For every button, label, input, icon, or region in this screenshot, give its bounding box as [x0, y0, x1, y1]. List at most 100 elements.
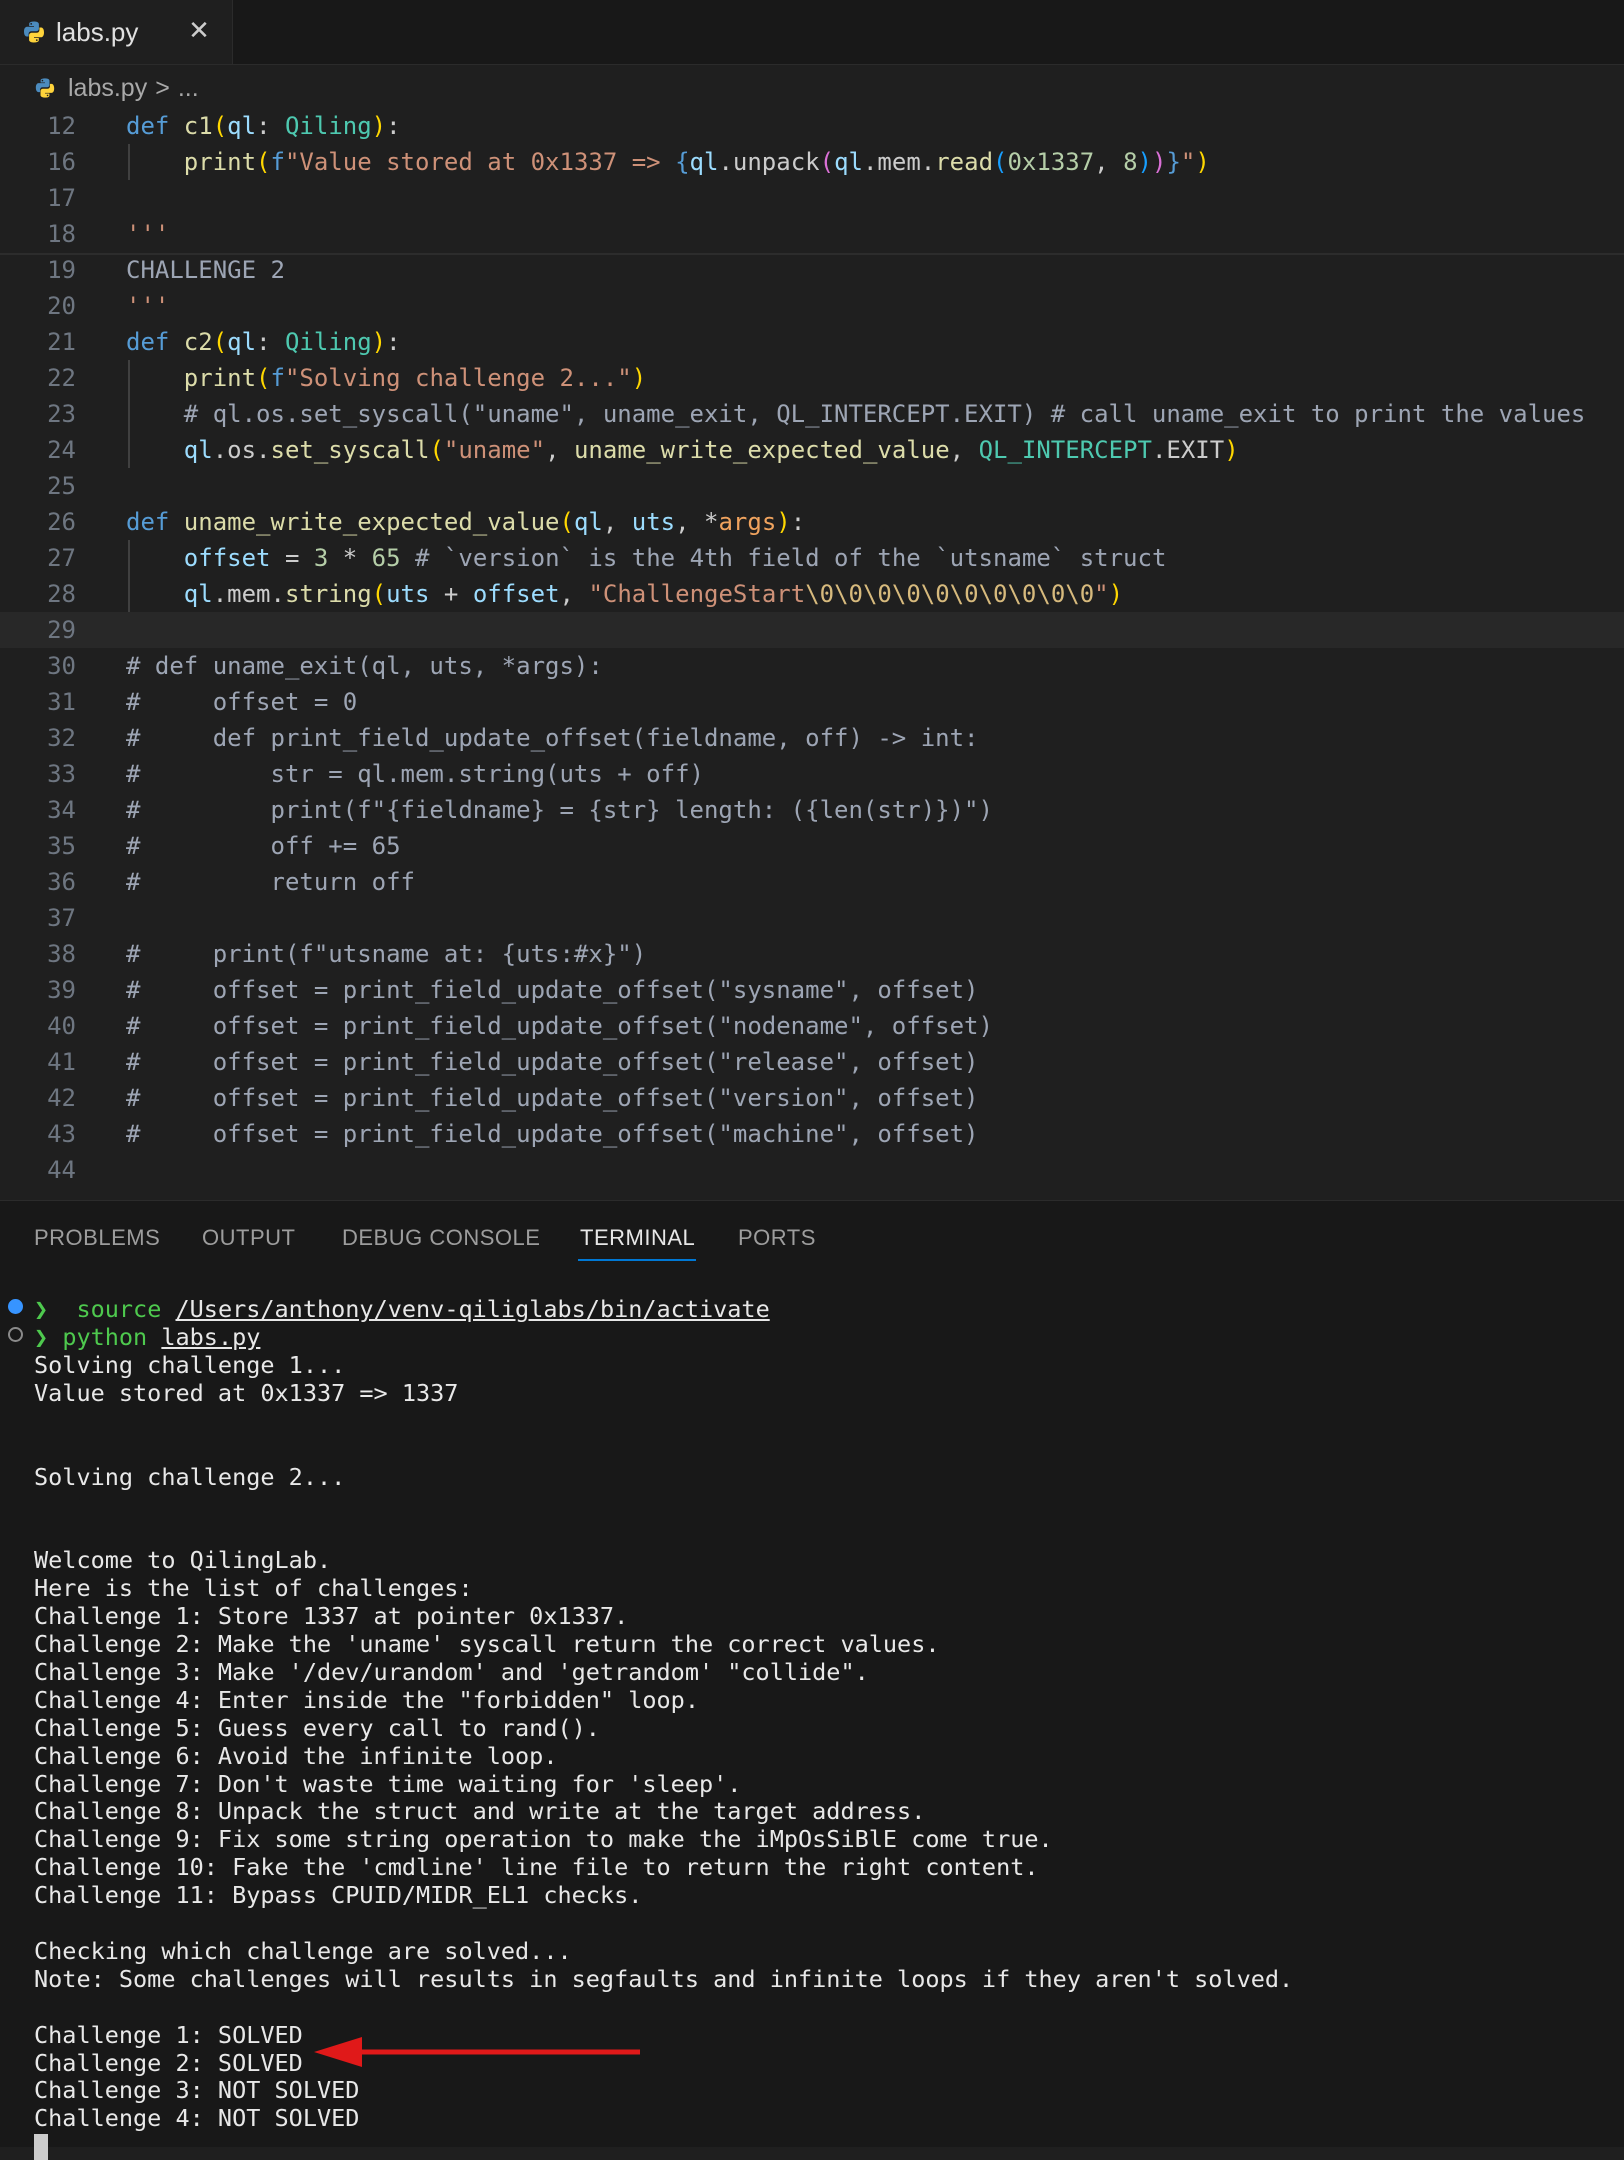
terminal-output-line: Challenge 5: Guess every call to rand(). [34, 1713, 600, 1742]
line-number: 34 [47, 796, 76, 824]
terminal-output-line: Challenge 3: Make '/dev/urandom' and 'ge… [34, 1657, 869, 1686]
code-line[interactable]: 44 [0, 1152, 1624, 1188]
code-line[interactable]: 21 def c2(ql: Qiling): [0, 324, 1624, 360]
line-number: 17 [47, 184, 76, 212]
code-text: ql.os.set_syscall("uname", uname_write_e… [183, 436, 1239, 464]
code-text: ''' [126, 220, 170, 248]
line-number: 19 [47, 256, 76, 284]
code-line[interactable]: 34 # print(f"{fieldname} = {str} length: … [0, 792, 1624, 828]
tab-output[interactable]: OUTPUT [202, 1225, 295, 1251]
code-line[interactable]: 40 # offset = print_field_update_offset("… [0, 1008, 1624, 1044]
code-line[interactable]: 29 [0, 612, 1624, 648]
code-text: def c1(ql: Qiling): [126, 112, 401, 140]
line-number: 29 [47, 616, 76, 644]
code-line[interactable]: 28 ql.mem.string(uts + offset, "Challeng… [0, 576, 1624, 612]
line-number: 18 [47, 220, 76, 248]
tab-terminal[interactable]: TERMINAL [580, 1225, 695, 1251]
code-text: # off += 65 [126, 832, 401, 860]
code-line[interactable]: 22 print(f"Solving challenge 2...") [0, 360, 1624, 396]
terminal-output-line: Challenge 1: SOLVED [34, 2020, 303, 2049]
code-line[interactable]: 36 # return off [0, 864, 1624, 900]
code-line[interactable]: 37 [0, 900, 1624, 936]
terminal-output-line: Challenge 11: Bypass CPUID/MIDR_EL1 chec… [34, 1881, 643, 1910]
line-number: 40 [47, 1012, 76, 1040]
code-text: print(f"Value stored at 0x1337 => {ql.un… [183, 148, 1210, 176]
code-text: # offset = print_field_update_offset("ma… [126, 1120, 979, 1148]
terminal-output-line: Note: Some challenges will results in se… [34, 1964, 1294, 1993]
code-editor[interactable]: 12 def c1(ql: Qiling): 16 print(f"Value st… [0, 108, 1624, 1200]
command-name: python [62, 1323, 148, 1351]
tab-problems[interactable]: PROBLEMS [34, 1225, 160, 1251]
line-number: 23 [47, 400, 76, 428]
code-line[interactable]: 18 ''' [0, 216, 1624, 252]
code-line[interactable]: 12 def c1(ql: Qiling): [0, 108, 1624, 144]
code-text: # offset = 0 [126, 688, 358, 716]
panel-tab-bar: PROBLEMS OUTPUT DEBUG CONSOLE TERMINAL P… [0, 1201, 1624, 1271]
code-line[interactable]: 26 def uname_write_expected_value(ql, uts… [0, 504, 1624, 540]
line-number: 21 [47, 328, 76, 356]
code-line[interactable]: 30 # def uname_exit(ql, uts, *args): [0, 648, 1624, 684]
terminal-output-line: Challenge 1: Store 1337 at pointer 0x133… [34, 1602, 629, 1631]
line-number: 22 [47, 364, 76, 392]
code-line[interactable]: 39 # offset = print_field_update_offset("… [0, 972, 1624, 1008]
terminal-output-line: Welcome to QilingLab. [34, 1546, 332, 1575]
active-tab-indicator [578, 1259, 696, 1261]
code-line[interactable]: 24 ql.os.set_syscall("uname", uname_writ… [0, 432, 1624, 468]
code-text: offset = 3 * 65 # `version` is the 4th f… [183, 544, 1167, 572]
breadcrumb-file[interactable]: labs.py [68, 74, 147, 103]
editor-tab-bar: labs.py ✕ [0, 0, 1624, 65]
code-line[interactable]: 41 # offset = print_field_update_offset("… [0, 1044, 1624, 1080]
code-text: def c2(ql: Qiling): [126, 328, 401, 356]
command-name: source [76, 1295, 162, 1323]
line-number: 28 [47, 580, 76, 608]
python-icon [35, 78, 55, 98]
line-number: 33 [47, 760, 76, 788]
code-line[interactable]: 17 [0, 180, 1624, 216]
prompt-arrow-icon: ❯ [34, 1323, 49, 1351]
tab-ports[interactable]: PORTS [738, 1225, 816, 1251]
code-line[interactable]: 16 print(f"Value stored at 0x1337 => {ql… [0, 144, 1624, 180]
code-line[interactable]: 32 # def print_field_update_offset(fieldn… [0, 720, 1624, 756]
code-line[interactable]: 23 # ql.os.set_syscall("uname", uname_ex… [0, 396, 1624, 432]
code-line[interactable]: 35 # off += 65 [0, 828, 1624, 864]
line-number: 25 [47, 472, 76, 500]
code-line[interactable]: 33 # str = ql.mem.string(uts + off) [0, 756, 1624, 792]
line-number: 38 [47, 940, 76, 968]
terminal-command-line: ❯ source /Users/anthony/venv-qiliglabs/b… [34, 1295, 770, 1323]
line-number: 42 [47, 1084, 76, 1112]
code-line[interactable]: 19 CHALLENGE 2 [0, 252, 1624, 288]
command-running-dot-icon[interactable] [8, 1327, 23, 1342]
line-number: 36 [47, 868, 76, 896]
command-success-dot-icon[interactable] [8, 1299, 23, 1314]
line-number: 41 [47, 1048, 76, 1076]
tab-labs-py[interactable]: labs.py ✕ [0, 0, 233, 64]
line-number: 39 [47, 976, 76, 1004]
code-line[interactable]: 20 ''' [0, 288, 1624, 324]
line-number: 24 [47, 436, 76, 464]
breadcrumb-symbols[interactable]: ... [178, 74, 199, 103]
command-path-link[interactable]: /Users/anthony/venv-qiliglabs/bin/activa… [176, 1295, 770, 1323]
code-text: ql.mem.string(uts + offset, "ChallengeSt… [183, 580, 1124, 608]
code-text: CHALLENGE 2 [126, 256, 285, 284]
command-file-link[interactable]: labs.py [161, 1323, 260, 1351]
line-number: 27 [47, 544, 76, 572]
code-text: def uname_write_expected_value(ql, uts, … [126, 508, 806, 536]
close-tab-icon[interactable]: ✕ [184, 16, 214, 46]
code-line[interactable]: 25 [0, 468, 1624, 504]
line-number: 43 [47, 1120, 76, 1148]
terminal-output-line: Challenge 6: Avoid the infinite loop. [34, 1741, 558, 1770]
tab-debug-console[interactable]: DEBUG CONSOLE [342, 1225, 540, 1251]
breadcrumb: labs.py > ... [0, 66, 1624, 110]
code-line[interactable]: 31 # offset = 0 [0, 684, 1624, 720]
tab-title: labs.py [56, 16, 139, 47]
code-text: # offset = print_field_update_offset("ve… [126, 1084, 979, 1112]
code-line[interactable]: 27 offset = 3 * 65 # `version` is the 4t… [0, 540, 1624, 576]
terminal-output-line: Value stored at 0x1337 => 1337 [34, 1378, 459, 1407]
code-line[interactable]: 42 # offset = print_field_update_offset("… [0, 1080, 1624, 1116]
code-text: # def uname_exit(ql, uts, *args): [126, 652, 603, 680]
code-line[interactable]: 43 # offset = print_field_update_offset("… [0, 1116, 1624, 1152]
code-line[interactable]: 38 # print(f"utsname at: {uts:#x}") [0, 936, 1624, 972]
terminal-output-line: Challenge 4: Enter inside the "forbidden… [34, 1685, 699, 1714]
terminal-output-line: Challenge 10: Fake the 'cmdline' line fi… [34, 1853, 1039, 1882]
python-icon [24, 21, 44, 43]
